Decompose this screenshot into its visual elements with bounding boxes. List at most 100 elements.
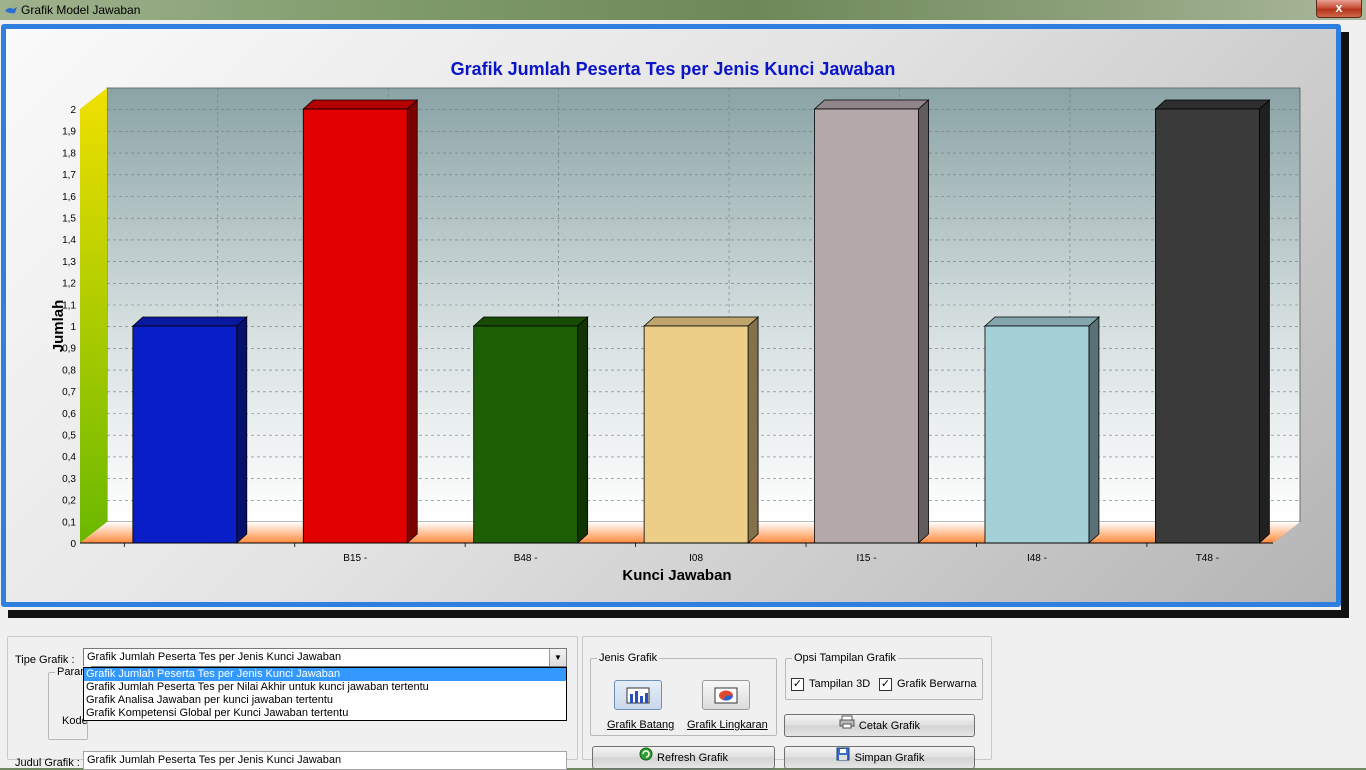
bar-side [747, 316, 759, 544]
judul-grafik-value: Grafik Jumlah Peserta Tes per Jenis Kunc… [87, 754, 342, 766]
y-tick-label: 0,6 [62, 409, 76, 420]
pie-chart-icon [714, 687, 738, 704]
simpan-grafik-button[interactable]: Simpan Grafik [784, 746, 975, 769]
y-tick-label: 0,4 [62, 452, 76, 463]
printer-icon [839, 715, 855, 737]
bar [472, 316, 589, 544]
x-tick-label: B48 - [514, 553, 538, 564]
bar-top [131, 316, 248, 327]
y-tick-label: 0,8 [62, 365, 76, 376]
chart-shadow-right [1341, 32, 1349, 618]
y-tick-label: 1,5 [62, 214, 76, 225]
tampilan-3d-checkbox[interactable]: ✓ [791, 678, 804, 691]
dropdown-option[interactable]: Grafik Analisa Jawaban per kunci jawaban… [84, 694, 566, 707]
bar-side [1258, 99, 1270, 544]
y-tick-label: 0,7 [62, 387, 76, 398]
y-tick-label: 1,2 [62, 279, 76, 290]
grafik-lingkaran-link[interactable]: Grafik Lingkaran [687, 719, 768, 731]
control-area: Tipe Grafik : Grafik Jumlah Peserta Tes … [0, 630, 1366, 770]
bar-side [577, 316, 589, 544]
bar-side [1088, 316, 1100, 544]
bar-top [983, 316, 1100, 327]
simpan-grafik-label: Simpan Grafik [854, 751, 925, 764]
chart-shadow [8, 610, 1346, 618]
judul-grafik-label: Judul Grafik : [15, 757, 80, 769]
x-axis-title: Kunci Jawaban [622, 567, 731, 584]
y-tick-label: 1,7 [62, 170, 76, 181]
window-title: Grafik Model Jawaban [21, 3, 141, 17]
bar [983, 316, 1100, 544]
save-icon [835, 747, 851, 769]
x-tick-label: I15 - [857, 553, 877, 564]
cetak-grafik-label: Cetak Grafik [858, 719, 921, 732]
app-icon [4, 5, 18, 18]
opsi-tampilan-title: Opsi Tampilan Grafik [792, 652, 898, 664]
dropdown-arrow-icon[interactable]: ▼ [549, 649, 566, 666]
bar-front [814, 108, 919, 544]
dropdown-option[interactable]: Grafik Kompetensi Global per Kunci Jawab… [84, 707, 566, 720]
bar-front [132, 325, 238, 544]
y-tick-label: 1,8 [62, 148, 76, 159]
y-tick-label: 0,3 [62, 474, 76, 485]
tipe-grafik-label: Tipe Grafik : [15, 654, 75, 666]
bar-front [984, 325, 1090, 544]
bar-front [473, 325, 579, 544]
bar-side [918, 99, 929, 544]
chart-title: Grafik Jumlah Peserta Tes per Jenis Kunc… [451, 59, 896, 79]
refresh-grafik-label: Refresh Grafik [657, 751, 728, 764]
chart-panel: Grafik Jumlah Peserta Tes per Jenis Kunc… [1, 24, 1341, 607]
x-tick-label: T48 - [1196, 553, 1219, 564]
x-tick-label: I08 [689, 553, 703, 564]
dropdown-option[interactable]: Grafik Jumlah Peserta Tes per Nilai Akhi… [84, 681, 566, 694]
bar-front [1155, 108, 1260, 544]
y-tick-label: 1 [70, 322, 76, 333]
grafik-lingkaran-button[interactable] [702, 680, 750, 710]
tipe-grafik-select[interactable]: Grafik Jumlah Peserta Tes per Jenis Kunc… [83, 648, 567, 667]
bar-top [1154, 99, 1271, 110]
refresh-icon [639, 747, 653, 769]
bar-side [406, 99, 418, 544]
y-axis-title: Jumlah [50, 300, 67, 353]
refresh-grafik-button[interactable]: Refresh Grafik [592, 746, 775, 769]
dropdown-option[interactable]: Grafik Jumlah Peserta Tes per Jenis Kunc… [84, 668, 566, 681]
bar-top [813, 99, 930, 110]
bar-chart: Grafik Jumlah Peserta Tes per Jenis Kunc… [50, 59, 1301, 584]
bar-top [472, 316, 589, 327]
y-tick-label: 2 [70, 105, 76, 116]
parameter-groupbox: Param [48, 666, 92, 740]
y-tick-label: 0,5 [62, 431, 76, 442]
bar-side [236, 316, 248, 544]
plot-left-wall [80, 88, 107, 543]
window-body: Grafik Jumlah Peserta Tes per Jenis Kunc… [0, 20, 1366, 770]
bar [643, 316, 760, 544]
bar [302, 99, 419, 544]
bar-top [302, 99, 419, 110]
bar-top [643, 316, 760, 327]
tipe-grafik-value: Grafik Jumlah Peserta Tes per Jenis Kunc… [87, 651, 342, 663]
y-tick-label: 1,6 [62, 192, 76, 203]
tampilan-3d-label: Tampilan 3D [809, 678, 871, 690]
y-tick-label: 0,1 [62, 517, 76, 528]
y-tick-label: 0,2 [62, 496, 76, 507]
tipe-grafik-dropdown-list: Grafik Jumlah Peserta Tes per Jenis Kunc… [83, 667, 567, 721]
bar [813, 99, 930, 544]
bar-front [302, 108, 408, 544]
bar-chart-icon [626, 687, 650, 704]
title-bar: Grafik Model Jawaban x [0, 0, 1366, 20]
y-tick-label: 1,3 [62, 257, 76, 268]
bar [131, 316, 248, 544]
x-tick-label: B15 - [343, 553, 367, 564]
grafik-berwarna-checkbox[interactable]: ✓ [879, 678, 892, 691]
jenis-grafik-title: Jenis Grafik [597, 652, 660, 664]
grafik-batang-button[interactable] [614, 680, 662, 710]
grafik-berwarna-label: Grafik Berwarna [897, 678, 977, 690]
bar [1154, 99, 1271, 544]
cetak-grafik-button[interactable]: Cetak Grafik [784, 714, 975, 737]
judul-grafik-input[interactable]: Grafik Jumlah Peserta Tes per Jenis Kunc… [83, 751, 567, 770]
y-tick-label: 1,9 [62, 127, 76, 138]
close-button[interactable]: x [1316, 0, 1362, 18]
y-tick-label: 1,4 [62, 235, 76, 246]
grafik-batang-link[interactable]: Grafik Batang [607, 719, 674, 731]
bar-front [643, 325, 749, 544]
x-tick-label: I48 - [1027, 553, 1047, 564]
